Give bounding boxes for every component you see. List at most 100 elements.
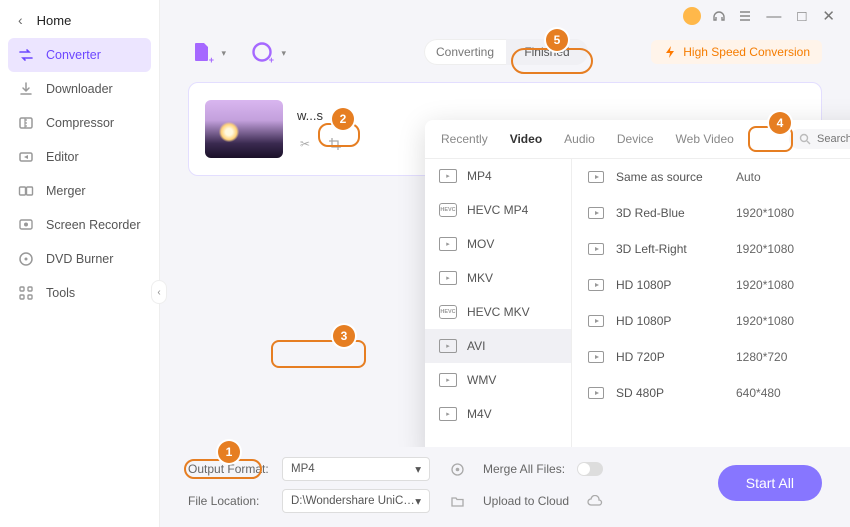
file-location-select[interactable]: D:\Wondershare UniConverter 1▾ (282, 489, 430, 513)
sidebar-item-label: Screen Recorder (46, 218, 141, 232)
caret-down-icon: ▾ (221, 48, 226, 59)
tab-webvideo[interactable]: Web Video (674, 128, 736, 150)
high-speed-label: High Speed Conversion (683, 45, 810, 59)
titlebar: — □ ✕ (160, 0, 850, 32)
format-avi[interactable]: ▸AVI (425, 329, 571, 363)
video-file-icon: ▸ (439, 373, 457, 387)
format-popover: Recently Video Audio Device Web Video ▸M… (425, 120, 850, 460)
resolution-list[interactable]: Same as sourceAuto 3D Red-Blue1920*1080 … (572, 159, 850, 460)
file-location-label: File Location: (188, 494, 270, 508)
format-mkv[interactable]: ▸MKV (425, 261, 571, 295)
sidebar-item-label: Compressor (46, 116, 114, 130)
back-row[interactable]: ‹ Home (0, 8, 159, 38)
resolution-item[interactable]: Same as sourceAuto (572, 159, 850, 195)
format-search[interactable] (789, 129, 850, 149)
lightning-icon (663, 45, 677, 59)
resolution-item[interactable]: SD 480P640*480 (572, 375, 850, 411)
format-hevc-mkv[interactable]: HEVCHEVC MKV (425, 295, 571, 329)
folder-icon[interactable] (450, 494, 465, 509)
tab-recently[interactable]: Recently (439, 128, 490, 150)
converting-tab[interactable]: Converting (424, 39, 506, 65)
format-m4v[interactable]: ▸M4V (425, 397, 571, 431)
callout-3: 3 (333, 325, 355, 347)
resolution-item[interactable]: HD 720P1280*720 (572, 339, 850, 375)
recorder-icon (18, 217, 34, 233)
play-icon (588, 387, 604, 399)
sidebar: ‹ Home Converter Downloader Compressor E… (0, 0, 160, 527)
format-mp4[interactable]: ▸MP4 (425, 159, 571, 193)
sidebar-item-recorder[interactable]: Screen Recorder (0, 208, 159, 242)
compressor-icon (18, 115, 34, 131)
high-speed-button[interactable]: High Speed Conversion (651, 40, 822, 64)
format-list[interactable]: ▸MP4 HEVCHEVC MP4 ▸MOV ▸MKV HEVCHEVC MKV… (425, 159, 572, 460)
callout-5: 5 (546, 29, 568, 51)
add-dvd-button[interactable]: +▾ (248, 38, 276, 66)
tab-device[interactable]: Device (615, 128, 656, 150)
play-icon (588, 171, 604, 183)
play-icon (588, 207, 604, 219)
sidebar-item-dvd[interactable]: DVD Burner (0, 242, 159, 276)
headset-icon[interactable] (711, 8, 727, 24)
sidebar-item-label: Converter (46, 48, 101, 62)
file-title: w...s (297, 108, 323, 123)
sidebar-item-label: Editor (46, 150, 79, 164)
chevron-left-icon: ‹ (18, 12, 23, 28)
hevc-icon: HEVC (439, 203, 457, 217)
sidebar-item-downloader[interactable]: Downloader (0, 72, 159, 106)
downloader-icon (18, 81, 34, 97)
sidebar-item-compressor[interactable]: Compressor (0, 106, 159, 140)
search-input[interactable] (817, 133, 850, 145)
merge-label: Merge All Files: (483, 462, 565, 476)
home-label: Home (37, 13, 72, 28)
play-icon (588, 279, 604, 291)
video-file-icon: ▸ (439, 407, 457, 421)
user-avatar[interactable] (683, 7, 701, 25)
resolution-item[interactable]: HD 1080P1920*1080 (572, 267, 850, 303)
video-thumbnail[interactable] (205, 100, 283, 158)
callout-4: 4 (769, 112, 791, 134)
tab-video[interactable]: Video (508, 128, 544, 150)
video-file-icon: ▸ (439, 339, 457, 353)
crop-icon[interactable] (327, 137, 343, 151)
sidebar-item-merger[interactable]: Merger (0, 174, 159, 208)
resolution-item[interactable]: HD 1080P1920*1080 (572, 303, 850, 339)
merge-toggle[interactable] (577, 462, 603, 476)
callout-2: 2 (332, 108, 354, 130)
add-file-button[interactable]: +▾ (188, 38, 216, 66)
minimize-button[interactable]: — (763, 8, 784, 25)
file-actions: ✂ (297, 137, 347, 151)
settings-icon[interactable] (450, 462, 465, 477)
trim-icon[interactable]: ✂ (297, 137, 313, 151)
format-mov[interactable]: ▸MOV (425, 227, 571, 261)
menu-icon[interactable] (737, 8, 753, 24)
cloud-icon[interactable] (587, 495, 603, 507)
resolution-item[interactable]: 3D Red-Blue1920*1080 (572, 195, 850, 231)
sidebar-item-label: Tools (46, 286, 75, 300)
output-format-select[interactable]: MP4▾ (282, 457, 430, 481)
play-icon (588, 351, 604, 363)
tab-audio[interactable]: Audio (562, 128, 597, 150)
sidebar-item-tools[interactable]: Tools (0, 276, 159, 310)
video-file-icon: ▸ (439, 271, 457, 285)
sidebar-item-converter[interactable]: Converter (8, 38, 151, 72)
resolution-item[interactable]: 3D Left-Right1920*1080 (572, 231, 850, 267)
format-wmv[interactable]: ▸WMV (425, 363, 571, 397)
close-button[interactable]: ✕ (819, 7, 838, 25)
play-icon (588, 243, 604, 255)
toolbar: +▾ +▾ Converting Finished High Speed Con… (160, 32, 850, 76)
hevc-icon: HEVC (439, 305, 457, 319)
maximize-button[interactable]: □ (794, 8, 809, 25)
start-all-button[interactable]: Start All (718, 465, 822, 501)
editor-icon (18, 149, 34, 165)
format-hevc-mp4[interactable]: HEVCHEVC MP4 (425, 193, 571, 227)
converter-icon (18, 47, 34, 63)
video-file-icon: ▸ (439, 169, 457, 183)
caret-down-icon: ▾ (281, 48, 286, 59)
output-format-label: Output Format: (188, 462, 270, 476)
sidebar-item-label: Downloader (46, 82, 113, 96)
upload-cloud-label: Upload to Cloud (483, 494, 569, 508)
chevron-down-icon: ▾ (415, 462, 421, 476)
sidebar-item-label: DVD Burner (46, 252, 113, 266)
merger-icon (18, 183, 34, 199)
sidebar-item-editor[interactable]: Editor (0, 140, 159, 174)
